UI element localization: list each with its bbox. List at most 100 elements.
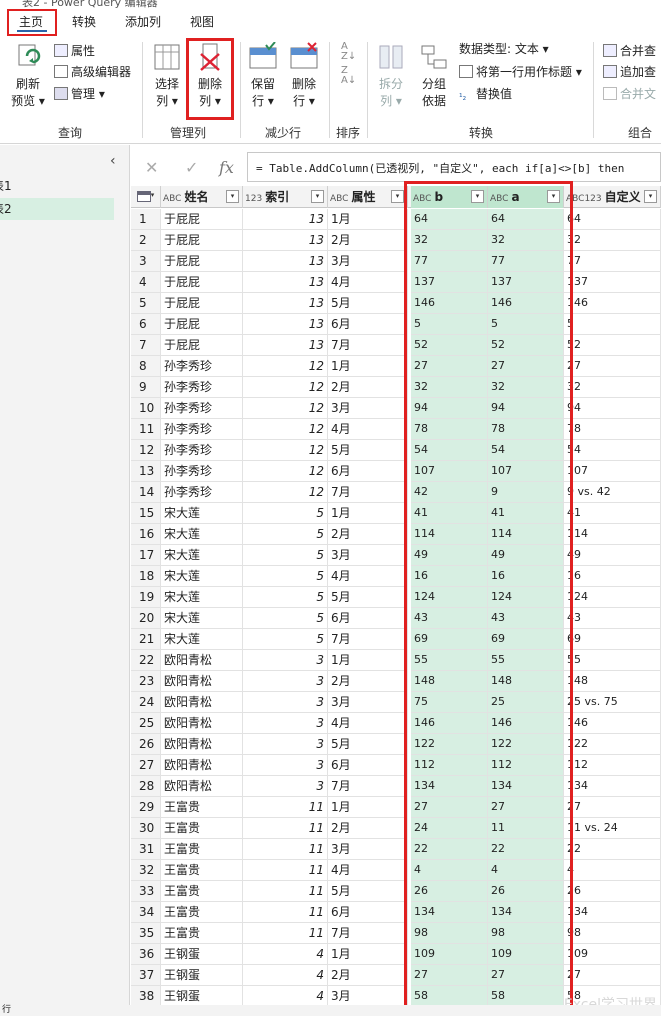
cell-name[interactable]: 欧阳青松 [161, 671, 243, 692]
cell-name[interactable]: 于屁屁 [161, 293, 243, 314]
cell-attribute[interactable]: 2月 [328, 671, 408, 692]
cell-attribute[interactable]: 5月 [328, 587, 408, 608]
cell-index[interactable]: 11 [243, 797, 328, 818]
row-number[interactable]: 23 [131, 671, 161, 692]
cell-attribute[interactable]: 6月 [328, 902, 408, 923]
cell-index[interactable]: 12 [243, 398, 328, 419]
table-menu-icon[interactable]: ▾ [131, 186, 161, 208]
table-row[interactable]: 3 于屁屁 13 3月 77 77 77 [131, 251, 661, 272]
confirm-icon[interactable]: ✓ [185, 158, 198, 177]
chevron-down-icon[interactable]: ▾ [311, 190, 324, 203]
table-row[interactable]: 30 王富贵 11 2月 24 11 11 vs. 24 [131, 818, 661, 839]
table-row[interactable]: 4 于屁屁 13 4月 137 137 137 [131, 272, 661, 293]
cell-custom[interactable]: 109 [564, 944, 661, 965]
formula-input[interactable]: = Table.AddColumn(已透视列, "自定义", each if[a… [247, 152, 661, 182]
cell-custom[interactable]: 107 [564, 461, 661, 482]
cell-custom[interactable]: 54 [564, 440, 661, 461]
cell-custom[interactable]: 27 [564, 356, 661, 377]
cell-index[interactable]: 12 [243, 461, 328, 482]
combine-files-button[interactable]: 合并文 [603, 85, 656, 103]
refresh-preview-button[interactable]: 刷新 预览 ▾ [10, 42, 46, 110]
row-number[interactable]: 25 [131, 713, 161, 734]
cell-index[interactable]: 12 [243, 419, 328, 440]
cell-custom[interactable]: 94 [564, 398, 661, 419]
cell-index[interactable]: 5 [243, 545, 328, 566]
cell-index[interactable]: 3 [243, 671, 328, 692]
cell-attribute[interactable]: 1月 [328, 650, 408, 671]
column-header-custom[interactable]: ABC123 自定义 ▾ [564, 186, 661, 208]
cell-custom[interactable]: 32 [564, 230, 661, 251]
table-row[interactable]: 35 王富贵 11 7月 98 98 98 [131, 923, 661, 944]
cell-index[interactable]: 13 [243, 335, 328, 356]
cell-index[interactable]: 12 [243, 377, 328, 398]
cell-index[interactable]: 3 [243, 734, 328, 755]
column-header-attribute[interactable]: ABC 属性 ▾ [328, 186, 408, 208]
cell-name[interactable]: 宋大莲 [161, 587, 243, 608]
split-column-button[interactable]: 拆分 列 ▾ [375, 42, 407, 110]
table-row[interactable]: 2 于屁屁 13 2月 32 32 32 [131, 230, 661, 251]
cell-attribute[interactable]: 4月 [328, 713, 408, 734]
row-number[interactable]: 21 [131, 629, 161, 650]
cell-attribute[interactable]: 3月 [328, 692, 408, 713]
cell-name[interactable]: 宋大莲 [161, 608, 243, 629]
row-number[interactable]: 4 [131, 272, 161, 293]
cell-attribute[interactable]: 5月 [328, 881, 408, 902]
cancel-icon[interactable]: ✕ [145, 158, 158, 177]
table-row[interactable]: 14 孙李秀珍 12 7月 42 9 9 vs. 42 [131, 482, 661, 503]
cell-attribute[interactable]: 6月 [328, 314, 408, 335]
row-number[interactable]: 29 [131, 797, 161, 818]
cell-index[interactable]: 12 [243, 440, 328, 461]
table-row[interactable]: 18 宋大莲 5 4月 16 16 16 [131, 566, 661, 587]
row-number[interactable]: 10 [131, 398, 161, 419]
table-row[interactable]: 26 欧阳青松 3 5月 122 122 122 [131, 734, 661, 755]
cell-index[interactable]: 11 [243, 923, 328, 944]
table-row[interactable]: 8 孙李秀珍 12 1月 27 27 27 [131, 356, 661, 377]
remove-rows-button[interactable]: 删除 行 ▾ [287, 42, 321, 110]
cell-name[interactable]: 欧阳青松 [161, 755, 243, 776]
cell-attribute[interactable]: 1月 [328, 209, 408, 230]
cell-name[interactable]: 王富贵 [161, 881, 243, 902]
table-row[interactable]: 17 宋大莲 5 3月 49 49 49 [131, 545, 661, 566]
cell-custom[interactable]: 64 [564, 209, 661, 230]
cell-name[interactable]: 王钢蛋 [161, 965, 243, 986]
cell-custom[interactable]: 27 [564, 965, 661, 986]
cell-name[interactable]: 欧阳青松 [161, 692, 243, 713]
row-number[interactable]: 24 [131, 692, 161, 713]
chevron-down-icon[interactable]: ▾ [226, 190, 239, 203]
cell-index[interactable]: 11 [243, 818, 328, 839]
advanced-editor-button[interactable]: 高级编辑器 [54, 63, 131, 81]
cell-index[interactable]: 5 [243, 587, 328, 608]
replace-values-button[interactable]: ¹₂ 替换值 [459, 85, 512, 103]
choose-columns-button[interactable]: 选择 列 ▾ [150, 42, 184, 110]
row-number[interactable]: 27 [131, 755, 161, 776]
cell-name[interactable]: 宋大莲 [161, 629, 243, 650]
sort-descending-icon[interactable]: Z A↓ [341, 66, 356, 86]
cell-custom[interactable]: 114 [564, 524, 661, 545]
cell-attribute[interactable]: 6月 [328, 461, 408, 482]
row-number[interactable]: 38 [131, 986, 161, 1006]
table-row[interactable]: 25 欧阳青松 3 4月 146 146 146 [131, 713, 661, 734]
fx-icon[interactable]: fx [219, 158, 234, 177]
cell-name[interactable]: 于屁屁 [161, 209, 243, 230]
cell-index[interactable]: 5 [243, 503, 328, 524]
row-number[interactable]: 3 [131, 251, 161, 272]
cell-attribute[interactable]: 1月 [328, 503, 408, 524]
cell-attribute[interactable]: 2月 [328, 377, 408, 398]
table-row[interactable]: 23 欧阳青松 3 2月 148 148 148 [131, 671, 661, 692]
cell-attribute[interactable]: 5月 [328, 440, 408, 461]
row-number[interactable]: 35 [131, 923, 161, 944]
cell-attribute[interactable]: 6月 [328, 608, 408, 629]
table-row[interactable]: 7 于屁屁 13 7月 52 52 52 [131, 335, 661, 356]
row-number[interactable]: 33 [131, 881, 161, 902]
cell-custom[interactable]: 9 vs. 42 [564, 482, 661, 503]
cell-name[interactable]: 宋大莲 [161, 566, 243, 587]
row-number[interactable]: 37 [131, 965, 161, 986]
row-number[interactable]: 13 [131, 461, 161, 482]
cell-index[interactable]: 11 [243, 881, 328, 902]
tab-add-column[interactable]: 添加列 [125, 13, 161, 30]
cell-attribute[interactable]: 2月 [328, 524, 408, 545]
table-row[interactable]: 9 孙李秀珍 12 2月 32 32 32 [131, 377, 661, 398]
table-row[interactable]: 21 宋大莲 5 7月 69 69 69 [131, 629, 661, 650]
cell-name[interactable]: 孙李秀珍 [161, 377, 243, 398]
cell-custom[interactable]: 11 vs. 24 [564, 818, 661, 839]
